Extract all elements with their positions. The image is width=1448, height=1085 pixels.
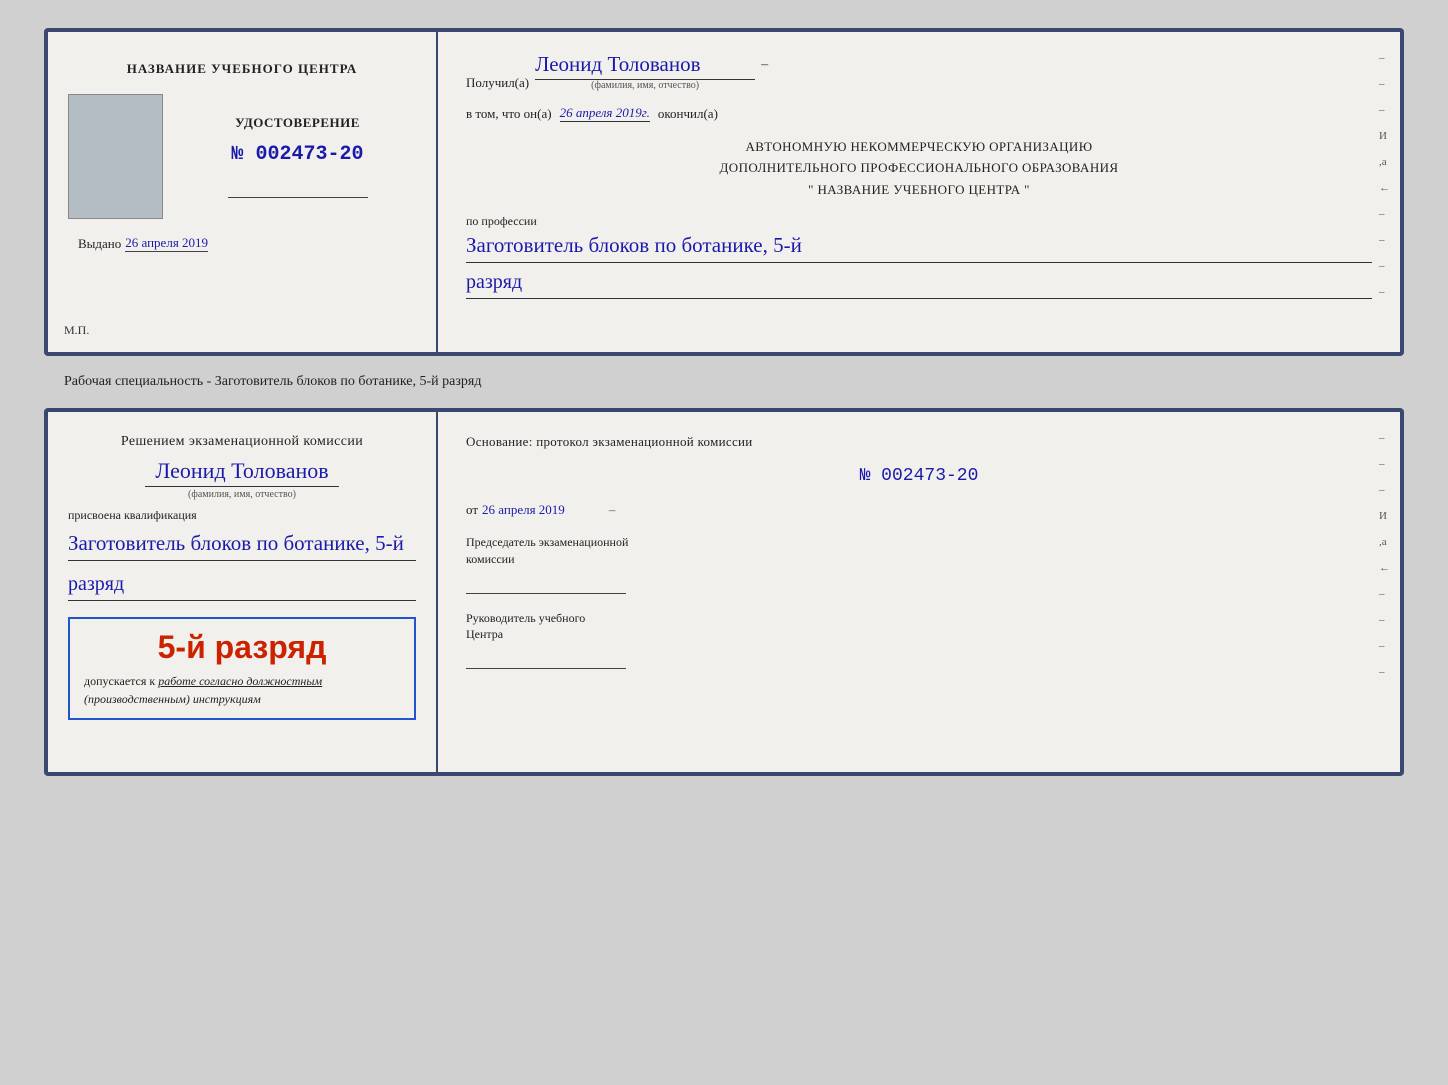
cert2-basis-date: 26 апреля 2019: [482, 502, 565, 518]
certificate-2-outer: Решением экзаменационной комиссии Леонид…: [44, 408, 1404, 776]
cert1-profession-value: Заготовитель блоков по ботанике, 5-й: [466, 233, 1372, 263]
between-label: Рабочая специальность - Заготовитель бло…: [20, 374, 481, 390]
cert2-decision-text: Решением экзаменационной комиссии: [68, 434, 416, 450]
cert1-org-line2: ДОПОЛНИТЕЛЬНОГО ПРОФЕССИОНАЛЬНОГО ОБРАЗО…: [466, 157, 1372, 178]
cert1-recipient-sub: (фамилия, имя, отчество): [591, 80, 699, 91]
cert2-side-marks: – – – И ,а ← – – – –: [1379, 432, 1390, 678]
cert1-in-that-label: в том, что он(а): [466, 106, 552, 122]
photo-placeholder: [68, 94, 163, 219]
cert2-chairman-label: Председатель экзаменационной комиссии: [466, 534, 1372, 568]
certificate-1-outer: НАЗВАНИЕ УЧЕБНОГО ЦЕНТРА УДОСТОВЕРЕНИЕ №…: [44, 28, 1404, 356]
cert2-qualification-label: присвоена квалификация: [68, 508, 416, 523]
cert2-admitted-row: допускается к работе согласно должностны…: [84, 672, 400, 708]
cert1-profession-block: по профессии Заготовитель блоков по бота…: [466, 214, 1372, 299]
certificate-2: Решением экзаменационной комиссии Леонид…: [48, 412, 1400, 772]
cert2-admitted-label: допускается к: [84, 674, 155, 688]
cert1-recipient-row: Получил(а) Леонид Толованов (фамилия, им…: [466, 52, 1372, 91]
cert1-date-line: Выдано 26 апреля 2019: [68, 235, 208, 252]
cert1-cert-number: № 002473-20: [231, 143, 363, 166]
cert2-basis-number: № 002473-20: [466, 466, 1372, 486]
cert1-received-label: Получил(а): [466, 75, 529, 91]
cert1-rank-value: разряд: [466, 271, 1372, 299]
cert1-left-panel: НАЗВАНИЕ УЧЕБНОГО ЦЕНТРА УДОСТОВЕРЕНИЕ №…: [48, 32, 438, 352]
cert1-right-panel: – – – И ,а ← – – – – Получил(а) Леонид Т…: [438, 32, 1400, 352]
cert1-recipient-name: Леонид Толованов: [535, 52, 755, 80]
cert2-rank-box: 5-й разряд допускается к работе согласно…: [68, 617, 416, 720]
cert2-head-block: Руководитель учебного Центра: [466, 610, 1372, 670]
cert2-basis-label: Основание: протокол экзаменационной коми…: [466, 434, 1372, 450]
cert1-title: НАЗВАНИЕ УЧЕБНОГО ЦЕНТРА: [127, 60, 358, 78]
cert2-rank-value: разряд: [68, 573, 416, 601]
cert2-left-panel: Решением экзаменационной комиссии Леонид…: [48, 412, 438, 772]
cert2-chairman-block: Председатель экзаменационной комиссии: [466, 534, 1372, 594]
cert1-issued-date: 26 апреля 2019: [125, 235, 208, 252]
cert2-qualification-value: Заготовитель блоков по ботанике, 5-й: [68, 531, 416, 561]
cert1-sig-line: [228, 178, 368, 198]
cert2-admitted-text: работе согласно должностным: [158, 674, 322, 688]
cert2-basis-date-prefix: от: [466, 502, 478, 518]
cert1-side-marks: – – – И ,а ← – – – –: [1379, 52, 1390, 298]
certificate-1: НАЗВАНИЕ УЧЕБНОГО ЦЕНТРА УДОСТОВЕРЕНИЕ №…: [48, 32, 1400, 352]
cert2-admitted-text2: (производственным) инструкциям: [84, 692, 261, 706]
cert1-org-block: АВТОНОМНУЮ НЕКОММЕРЧЕСКУЮ ОРГАНИЗАЦИЮ ДО…: [466, 136, 1372, 200]
cert1-completed-label: окончил(а): [658, 106, 718, 122]
cert1-cert-label: УДОСТОВЕРЕНИЕ: [235, 115, 360, 131]
cert1-issued-label: Выдано: [78, 236, 121, 252]
cert2-head-label: Руководитель учебного Центра: [466, 610, 1372, 644]
cert2-name-sub: (фамилия, имя, отчество): [188, 489, 296, 500]
cert2-head-sig-line: [466, 651, 626, 669]
cert2-name: Леонид Толованов: [145, 458, 338, 487]
cert1-org-line1: АВТОНОМНУЮ НЕКОММЕРЧЕСКУЮ ОРГАНИЗАЦИЮ: [466, 136, 1372, 157]
cert1-mp: М.П.: [64, 323, 89, 338]
cert1-completed-date: 26 апреля 2019г.: [560, 105, 650, 122]
cert1-profession-label: по профессии: [466, 214, 1372, 229]
cert2-rank-box-main: 5-й разряд: [84, 629, 400, 666]
cert2-right-panel: – – – И ,а ← – – – – Основание: протокол…: [438, 412, 1400, 772]
cert1-completed-row: в том, что он(а) 26 апреля 2019г. окончи…: [466, 105, 1372, 122]
cert1-org-line3: " НАЗВАНИЕ УЧЕБНОГО ЦЕНТРА ": [466, 179, 1372, 200]
cert2-chairman-sig-line: [466, 576, 626, 594]
cert1-dash: –: [761, 57, 768, 91]
cert2-basis-date-row: от 26 апреля 2019 –: [466, 502, 1372, 518]
